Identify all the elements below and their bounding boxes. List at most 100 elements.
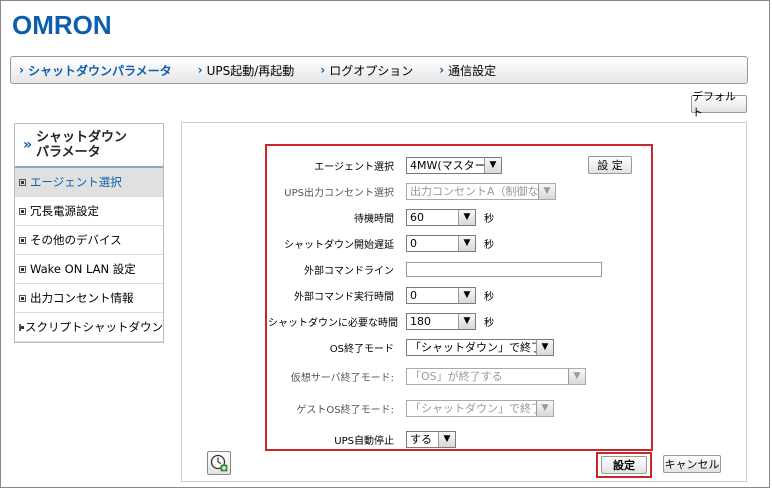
extcmd-time-label: 外部コマンド実行時間: [294, 291, 394, 303]
required-unit: 秒: [484, 317, 494, 329]
sidebar-heading-line1: シャットダウン: [36, 130, 128, 145]
extcmd-time-select[interactable]: 0 ▼: [406, 286, 476, 304]
tab-label: シャットダウンパラメータ: [27, 63, 172, 78]
set-button-highlight: 設定: [596, 452, 652, 478]
required-select-value: 180: [410, 314, 431, 328]
square-bullet-icon: [19, 236, 26, 244]
sidebar-item-outlet-info[interactable]: 出力コンセント情報: [15, 284, 163, 313]
delay-select[interactable]: 0 ▼: [406, 234, 476, 252]
sidebar-item-label: 冗長電源設定: [30, 204, 99, 218]
tab-label: 通信設定: [448, 63, 497, 78]
sidebar-item-redundant-power[interactable]: 冗長電源設定: [15, 197, 163, 226]
chevron-right-icon: ›: [439, 63, 445, 77]
chevron-down-icon: ▼: [484, 157, 501, 173]
row-guest-mode: ゲストOS終了モード: 「シャットダウン」で終了する ▼: [268, 399, 554, 417]
sidebar-item-agent-select[interactable]: エージェント選択: [15, 168, 163, 197]
outlet-label: UPS出力コンセント選択: [284, 187, 394, 199]
sidebar-item-other-devices[interactable]: その他のデバイス: [15, 226, 163, 255]
row-extcmd-time: 外部コマンド実行時間 0 ▼ 秒: [268, 286, 494, 304]
chevron-down-icon: ▼: [438, 431, 455, 447]
omron-logo: OMRON: [12, 10, 112, 40]
standby-label: 待機時間: [354, 213, 394, 225]
extcmd-label: 外部コマンドライン: [304, 265, 394, 277]
sidebar-heading: » シャットダウン パラメータ: [15, 124, 163, 168]
guest-mode-label: ゲストOS終了モード:: [296, 404, 394, 416]
extcmd-input[interactable]: [406, 261, 602, 277]
chevron-down-icon: ▼: [538, 183, 555, 199]
outlet-select-value: 出力コンセントA（制御なし）: [410, 185, 556, 198]
sidebar-item-label: エージェント選択: [30, 175, 122, 189]
square-bullet-icon: [19, 178, 26, 186]
agent-label: エージェント選択: [314, 161, 394, 173]
vm-mode-label: 仮想サーバ終了モード:: [290, 372, 394, 384]
chevron-down-icon: ▼: [458, 313, 475, 329]
row-agent: エージェント選択 4MW(マスター) ▼: [268, 156, 502, 174]
chevron-down-icon: ▼: [458, 209, 475, 225]
row-standby: 待機時間 60 ▼ 秒: [268, 208, 494, 226]
tab-log-options[interactable]: › ログオプション: [320, 62, 413, 79]
agent-set-button[interactable]: 設 定: [588, 156, 632, 174]
chevron-down-icon: ▼: [536, 339, 553, 355]
sidebar-item-label: スクリプトシャットダウン: [25, 320, 163, 334]
sidebar-item-label: その他のデバイス: [30, 233, 122, 247]
chevron-right-icon: ›: [19, 63, 24, 77]
tab-ups-start-restart[interactable]: › UPS起動/再起動: [198, 62, 295, 79]
row-delay: シャットダウン開始遅延 0 ▼ 秒: [268, 234, 494, 252]
vm-mode-select: 「OS」が終了する ▼: [406, 367, 586, 385]
sidebar: » シャットダウン パラメータ エージェント選択 冗長電源設定 その他のデバイス…: [14, 123, 164, 343]
cancel-button[interactable]: キャンセル: [663, 455, 721, 473]
tab-label: ログオプション: [329, 63, 414, 78]
row-auto-stop: UPS自動停止 する ▼: [268, 430, 456, 448]
os-mode-select[interactable]: 「シャットダウン」で終了する ▼: [406, 338, 554, 356]
sidebar-item-script-shutdown[interactable]: スクリプトシャットダウン: [15, 313, 163, 342]
row-extcmd: 外部コマンドライン: [268, 260, 602, 278]
set-button[interactable]: 設定: [601, 456, 647, 474]
sidebar-item-label: Wake ON LAN 設定: [30, 262, 136, 276]
auto-stop-select-value: する: [410, 433, 432, 446]
outlet-select: 出力コンセントA（制御なし） ▼: [406, 182, 556, 200]
clock-button[interactable]: [207, 451, 231, 475]
extcmd-time-select-value: 0: [410, 288, 417, 302]
auto-stop-select[interactable]: する ▼: [406, 430, 456, 448]
top-navigation: › シャットダウンパラメータ › UPS起動/再起動 › ログオプション › 通…: [10, 56, 748, 84]
agent-select-value: 4MW(マスター): [410, 159, 490, 172]
sidebar-item-wake-on-lan[interactable]: Wake ON LAN 設定: [15, 255, 163, 284]
delay-unit: 秒: [484, 239, 494, 251]
square-bullet-icon: [19, 265, 26, 273]
chevron-down-icon: ▼: [458, 287, 475, 303]
default-button[interactable]: デフォルト: [691, 90, 747, 119]
row-required: シャットダウンに必要な時間 180 ▼ 秒: [268, 312, 494, 330]
agent-select[interactable]: 4MW(マスター) ▼: [406, 156, 502, 174]
row-os-mode: OS終了モード 「シャットダウン」で終了する ▼: [268, 338, 554, 356]
os-mode-label: OS終了モード: [329, 343, 394, 355]
required-select[interactable]: 180 ▼: [406, 312, 476, 330]
sidebar-heading-text: シャットダウン パラメータ: [36, 130, 127, 160]
tab-label: UPS起動/再起動: [206, 63, 295, 78]
square-bullet-icon: [19, 207, 26, 215]
chevron-down-icon: ▼: [536, 400, 553, 416]
chevron-right-icon: ›: [197, 63, 203, 77]
required-label: シャットダウンに必要な時間: [268, 317, 398, 329]
delay-select-value: 0: [410, 236, 417, 250]
chevron-down-icon: ▼: [568, 368, 585, 384]
auto-stop-label: UPS自動停止: [334, 435, 394, 447]
delay-label: シャットダウン開始遅延: [284, 239, 394, 251]
guest-mode-select-value: 「シャットダウン」で終了する: [410, 402, 554, 415]
os-mode-select-value: 「シャットダウン」で終了する: [410, 341, 554, 354]
clock-icon: [210, 454, 228, 472]
standby-select-value: 60: [410, 210, 424, 224]
extcmd-time-unit: 秒: [484, 291, 494, 303]
row-outlet: UPS出力コンセント選択 出力コンセントA（制御なし） ▼: [268, 182, 556, 200]
square-bullet-icon: [19, 323, 24, 331]
tab-shutdown-parameters[interactable]: › シャットダウンパラメータ: [19, 62, 172, 79]
tab-communication-settings[interactable]: › 通信設定: [439, 62, 496, 79]
vm-mode-select-value: 「OS」が終了する: [410, 370, 503, 383]
guest-mode-select: 「シャットダウン」で終了する ▼: [406, 399, 554, 417]
sidebar-item-label: 出力コンセント情報: [30, 291, 134, 305]
double-chevron-icon: »: [23, 136, 33, 153]
chevron-down-icon: ▼: [458, 235, 475, 251]
square-bullet-icon: [19, 294, 26, 302]
chevron-right-icon: ›: [320, 63, 326, 77]
row-vm-mode: 仮想サーバ終了モード: 「OS」が終了する ▼: [268, 367, 586, 385]
standby-select[interactable]: 60 ▼: [406, 208, 476, 226]
